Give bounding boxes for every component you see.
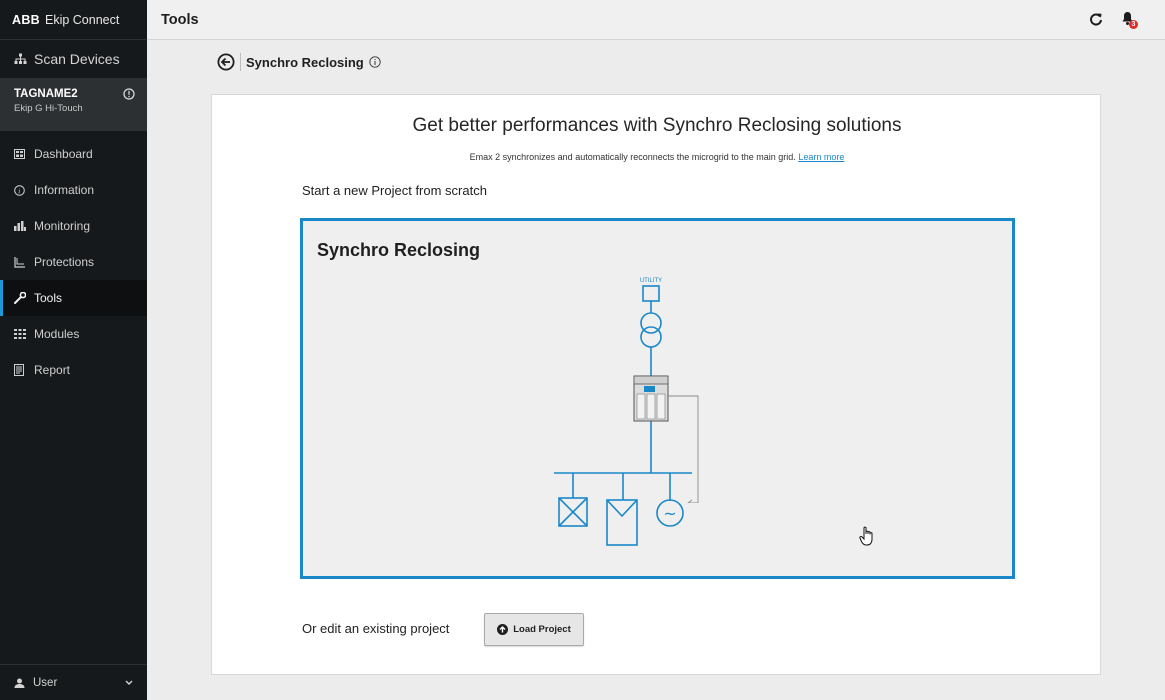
sidebar-item-monitoring[interactable]: Monitoring: [0, 208, 147, 244]
start-label: Start a new Project from scratch: [302, 183, 487, 198]
hand-cursor-icon: [859, 525, 877, 552]
sidebar-nav: Dashboard i Information Monitoring Prote…: [0, 136, 147, 388]
document-icon: [14, 364, 34, 376]
learn-more-link[interactable]: Learn more: [798, 152, 844, 162]
single-line-diagram: UTILITY: [554, 278, 699, 503]
sidebar-item-report[interactable]: Report: [0, 352, 147, 388]
user-icon: [14, 678, 25, 688]
modules-grid-icon: [14, 329, 34, 339]
headline: Get better performances with Synchro Rec…: [412, 115, 902, 136]
sidebar-item-label: Modules: [34, 327, 80, 341]
network-icon: [14, 53, 27, 65]
divider: [240, 53, 241, 71]
loads-diagram: ~: [558, 497, 684, 546]
back-arrow-icon[interactable]: [217, 53, 235, 71]
generator-symbol: ~: [663, 504, 676, 523]
info-icon: i: [14, 184, 34, 196]
refresh-icon[interactable]: [1089, 12, 1103, 31]
device-card[interactable]: TAGNAME2 Ekip G Hi-Touch: [0, 78, 147, 131]
protection-curve-icon: [14, 256, 34, 268]
top-bar: Tools 3: [147, 0, 1165, 40]
sidebar-item-modules[interactable]: Modules: [0, 316, 147, 352]
edit-label: Or edit an existing project: [302, 621, 450, 636]
subheader: Synchro Reclosing: [217, 53, 381, 71]
user-label: User: [33, 676, 58, 689]
scan-devices-button[interactable]: Scan Devices: [0, 40, 147, 78]
upload-icon: [497, 624, 509, 635]
chevron-down-icon: [125, 677, 133, 689]
sidebar-item-information[interactable]: i Information: [0, 172, 147, 208]
load-project-button[interactable]: Load Project: [484, 613, 584, 646]
sidebar-item-label: Protections: [34, 255, 95, 269]
sidebar-item-label: Tools: [34, 291, 63, 305]
dashboard-icon: [14, 149, 34, 159]
sidebar-item-label: Report: [34, 363, 71, 377]
alert-icon[interactable]: [123, 87, 135, 105]
brand: ABB Ekip Connect: [0, 0, 147, 40]
new-project-card[interactable]: Synchro Reclosing UTILITY ~: [300, 218, 1015, 579]
scan-devices-label: Scan Devices: [34, 51, 120, 67]
main-card: Get better performances with Synchro Rec…: [211, 94, 1101, 675]
load-project-label: Load Project: [513, 624, 571, 635]
wrench-icon: [14, 292, 34, 304]
page-title: Tools: [161, 12, 199, 28]
sidebar-item-label: Dashboard: [34, 147, 93, 161]
tool-title: Synchro Reclosing: [246, 54, 364, 70]
sidebar-item-label: Monitoring: [34, 219, 91, 233]
sidebar-item-label: Information: [34, 183, 95, 197]
sidebar-item-dashboard[interactable]: Dashboard: [0, 136, 147, 172]
description: Emax 2 synchronizes and automatically re…: [212, 152, 1102, 162]
sidebar: ABB Ekip Connect Scan Devices TAGNAME2 E…: [0, 0, 147, 700]
user-menu[interactable]: User: [0, 664, 147, 700]
project-title: Synchro Reclosing: [317, 240, 481, 260]
notifications-button[interactable]: 3: [1121, 11, 1138, 31]
description-text: Emax 2 synchronizes and automatically re…: [469, 152, 796, 162]
app-name: Ekip Connect: [44, 12, 120, 27]
sidebar-item-tools[interactable]: Tools: [0, 280, 147, 316]
info-icon[interactable]: [369, 56, 381, 68]
bar-chart-icon: [14, 221, 34, 231]
utility-label: UTILITY: [640, 278, 662, 284]
sidebar-item-protections[interactable]: Protections: [0, 244, 147, 280]
notification-badge: 3: [1129, 20, 1138, 29]
abb-logo: ABB: [12, 12, 40, 27]
svg-text:i: i: [18, 187, 20, 195]
